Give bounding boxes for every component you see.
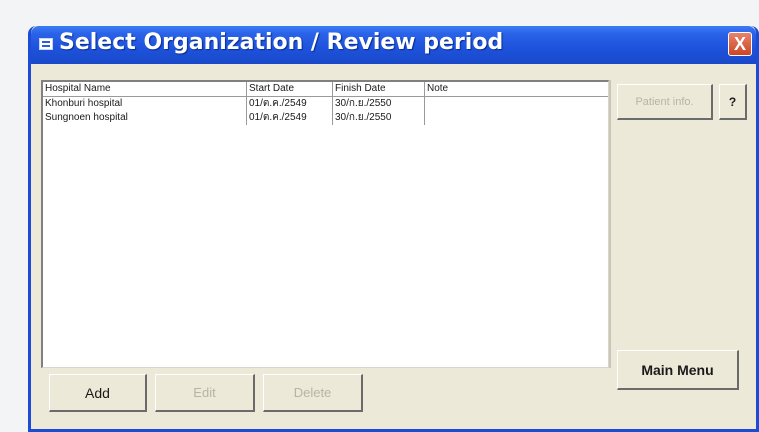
main-menu-button[interactable]: Main Menu (617, 350, 739, 390)
cell-note (425, 97, 608, 111)
list-header-row: Hospital Name Start Date Finish Date Not… (43, 82, 608, 97)
window-form-icon (39, 38, 53, 50)
title-bar[interactable]: Select Organization / Review period X (31, 26, 756, 64)
dialog-client-area: Hospital Name Start Date Finish Date Not… (31, 64, 756, 429)
table-row[interactable]: Khonburi hospital 01/ต.ค./2549 30/ก.ย./2… (43, 97, 608, 111)
cell-start-date: 01/ต.ค./2549 (247, 97, 333, 111)
patient-info-button[interactable]: Patient info. (617, 84, 713, 120)
organization-list[interactable]: Hospital Name Start Date Finish Date Not… (41, 80, 609, 368)
cell-hospital-name: Khonburi hospital (43, 97, 247, 111)
edit-button[interactable]: Edit (155, 374, 255, 412)
cell-hospital-name: Sungnoen hospital (43, 111, 247, 125)
cell-finish-date: 30/ก.ย./2550 (333, 111, 425, 125)
add-button[interactable]: Add (49, 374, 147, 412)
help-button[interactable]: ? (719, 84, 747, 120)
close-button[interactable]: X (728, 32, 752, 56)
column-header-note[interactable]: Note (425, 82, 608, 96)
column-header-hospital-name[interactable]: Hospital Name (43, 82, 247, 96)
panel-divider (609, 80, 611, 368)
table-row[interactable]: Sungnoen hospital 01/ต.ค./2549 30/ก.ย./2… (43, 111, 608, 125)
delete-button[interactable]: Delete (263, 374, 363, 412)
column-header-start-date[interactable]: Start Date (247, 82, 333, 96)
column-header-finish-date[interactable]: Finish Date (333, 82, 425, 96)
window-title: Select Organization / Review period (59, 30, 504, 55)
cell-start-date: 01/ต.ค./2549 (247, 111, 333, 125)
cell-finish-date: 30/ก.ย./2550 (333, 97, 425, 111)
cell-note (425, 111, 608, 125)
select-organization-dialog: Select Organization / Review period X Ho… (28, 26, 759, 432)
